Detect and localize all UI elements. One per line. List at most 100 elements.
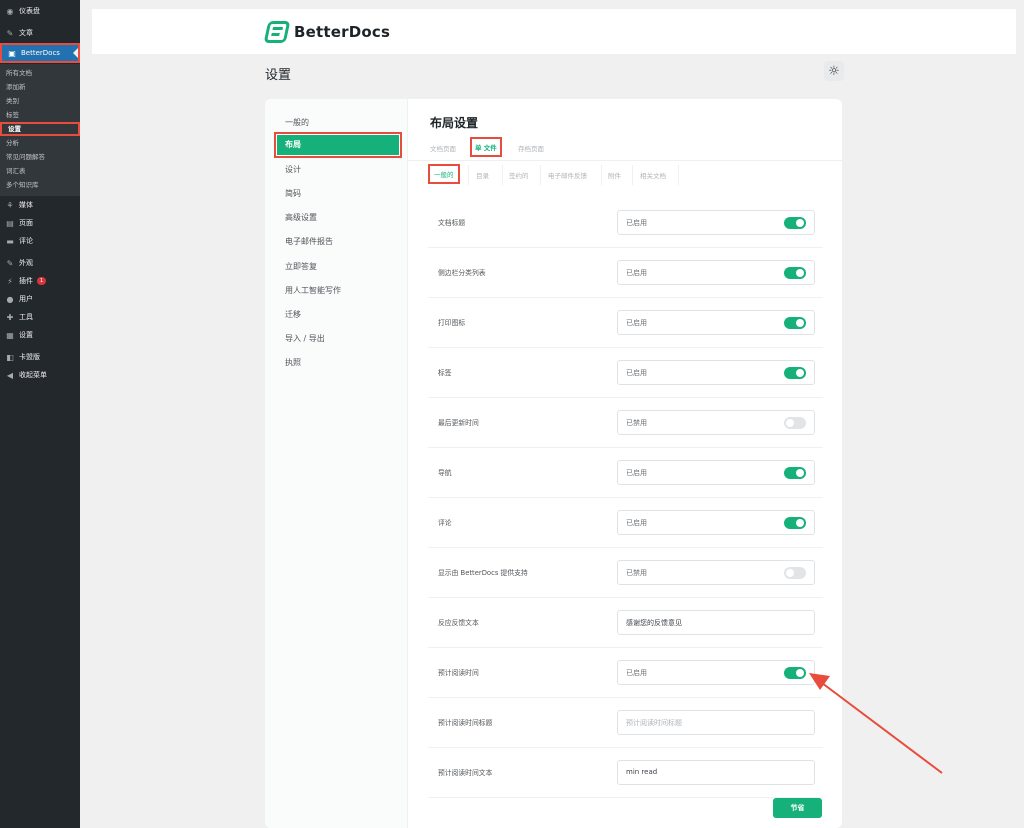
settings-nav-item[interactable]: 用人工智能写作	[277, 281, 399, 301]
setting-row: 预计阅读时间标题 预计阅读时间标题	[428, 698, 823, 748]
subtab-divider	[678, 165, 679, 185]
menu-dashboard[interactable]: ◉ 仪表盘	[0, 2, 80, 20]
submenu-settings[interactable]: 设置	[0, 122, 80, 136]
setting-toggle-field[interactable]: 已启用	[617, 310, 815, 335]
menu-settings[interactable]: ▦ 设置	[0, 326, 80, 344]
toggle-status-text: 已启用	[626, 319, 647, 327]
betterdocs-submenu: 所有文档 添加新 类别 标签 设置 分析 常见问题解答 词汇表 多个知识库	[0, 64, 80, 196]
menu-elementor[interactable]: ◧ 卡盟版	[0, 348, 80, 366]
menu-comments[interactable]: ▬ 评论	[0, 232, 80, 250]
submenu-glossary[interactable]: 词汇表	[0, 164, 80, 178]
toggle-status-text: 已启用	[626, 669, 647, 677]
setting-toggle-field[interactable]: 已启用	[617, 210, 815, 235]
toggle-switch[interactable]	[784, 667, 806, 679]
wp-admin-sidebar: ◉ 仪表盘 ✎ 文章 ▣ BetterDocs 所有文档 添加新 类别 标签 设置 分…	[0, 0, 80, 828]
subtab-signed[interactable]: 签约的	[509, 170, 529, 180]
dashboard-icon: ◉	[6, 6, 14, 16]
subtab-attachments[interactable]: 附件	[608, 170, 621, 180]
setting-toggle-field[interactable]: 已禁用	[617, 560, 815, 585]
subtab-related-docs[interactable]: 相关文档	[640, 170, 666, 180]
settings-nav-item[interactable]: 设计	[277, 160, 399, 180]
setting-row: 侧边栏分类列表 已启用	[428, 248, 823, 298]
tools-icon: ✚	[6, 312, 14, 322]
subtab-general[interactable]: 一般的	[428, 164, 460, 184]
subtab-divider	[632, 165, 633, 185]
setting-toggle-field[interactable]: 已启用	[617, 660, 815, 685]
page-title: 设置	[265, 68, 292, 83]
settings-nav: 一般的 布局 设计简码高级设置电子邮件报告 立即答复用人工智能写作 迁移导入 / 导出执…	[265, 99, 408, 828]
setting-label: 导航	[438, 469, 452, 477]
menu-posts[interactable]: ✎ 文章	[0, 24, 80, 42]
setting-text-input[interactable]: 预计阅读时间标题	[617, 710, 815, 735]
settings-nav-item[interactable]: 布局	[274, 132, 402, 158]
setting-label: 打印图标	[438, 319, 466, 327]
toggle-knob	[796, 269, 804, 277]
settings-nav-item[interactable]: 简码	[277, 184, 399, 204]
settings-nav-item[interactable]: 电子邮件报告	[277, 232, 399, 252]
subtab-divider	[540, 165, 541, 185]
setting-toggle-field[interactable]: 已启用	[617, 260, 815, 285]
menu-plugins[interactable]: ⚡ 插件 1	[0, 272, 80, 290]
toggle-switch[interactable]	[784, 367, 806, 379]
setting-text-input[interactable]: min read	[617, 760, 815, 785]
menu-pages[interactable]: ▤ 页面	[0, 214, 80, 232]
subtab-email-feedback[interactable]: 电子邮件反馈	[548, 170, 587, 180]
toggle-status-text: 已启用	[626, 369, 647, 377]
setting-toggle-field[interactable]: 已启用	[617, 360, 815, 385]
tab-archive-page[interactable]: 存档页面	[518, 143, 544, 153]
toggle-status-text: 已启用	[626, 269, 647, 277]
toggle-switch[interactable]	[784, 217, 806, 229]
toggle-knob	[786, 569, 794, 577]
toggle-switch[interactable]	[784, 467, 806, 479]
toggle-switch[interactable]	[784, 417, 806, 429]
toggle-switch[interactable]	[784, 567, 806, 579]
submenu-categories[interactable]: 类别	[0, 94, 80, 108]
tab-docs-page[interactable]: 文档页面	[430, 143, 456, 153]
menu-appearance[interactable]: ✎ 外观	[0, 254, 80, 272]
setting-row: 显示由 BetterDocs 提供支持 已禁用	[428, 548, 823, 598]
appearance-icon: ✎	[6, 258, 14, 268]
submenu-add-new[interactable]: 添加新	[0, 80, 80, 94]
toggle-switch[interactable]	[784, 517, 806, 529]
settings-nav-item[interactable]: 导入 / 导出	[277, 329, 399, 349]
menu-collapse[interactable]: ◀ 收起菜单	[0, 366, 80, 384]
input-value: min read	[626, 768, 658, 776]
settings-nav-item[interactable]: 立即答复	[277, 257, 399, 277]
users-icon: ●	[6, 294, 14, 304]
setting-toggle-field[interactable]: 已启用	[617, 510, 815, 535]
submenu-analytics[interactable]: 分析	[0, 136, 80, 150]
menu-users[interactable]: ● 用户	[0, 290, 80, 308]
submenu-all-docs[interactable]: 所有文档	[0, 66, 80, 80]
settings-panel: 一般的 布局 设计 简码 高级设置 电子邮件报告 立即答复 用人工智能写作 迁移 导入 / 导出执…	[265, 99, 842, 828]
subtab-divider	[502, 165, 503, 185]
brand-name: BetterDocs	[294, 23, 391, 41]
toggle-switch[interactable]	[784, 317, 806, 329]
toggle-switch[interactable]	[784, 267, 806, 279]
betterdocs-logo-icon	[263, 21, 291, 43]
settings-nav-item[interactable]: 迁移	[277, 305, 399, 325]
settings-nav-item[interactable]: 执照	[277, 353, 399, 373]
tab-single-doc[interactable]: 单 文件	[470, 137, 502, 157]
settings-nav-item[interactable]: 一般的	[277, 113, 399, 133]
setting-toggle-field[interactable]: 已禁用	[617, 410, 815, 435]
brand: BetterDocs	[263, 21, 391, 43]
menu-media[interactable]: ⚘ 媒体	[0, 196, 80, 214]
update-count-badge: 1	[37, 277, 47, 285]
menu-tools[interactable]: ✚ 工具	[0, 308, 80, 326]
toggle-knob	[796, 369, 804, 377]
submenu-multiple-kb[interactable]: 多个知识库	[0, 178, 80, 192]
setting-toggle-field[interactable]: 已启用	[617, 460, 815, 485]
submenu-tags[interactable]: 标签	[0, 108, 80, 122]
subtab-toc[interactable]: 目录	[476, 170, 489, 180]
setting-text-input[interactable]: 感谢您的反馈意见	[617, 610, 815, 635]
toggle-knob	[796, 519, 804, 527]
theme-toggle-button[interactable]: ☼	[824, 61, 844, 81]
submenu-faq[interactable]: 常见问题解答	[0, 150, 80, 164]
menu-betterdocs[interactable]: ▣ BetterDocs	[0, 43, 80, 63]
top-header: BetterDocs	[92, 9, 1016, 54]
settings-nav-item[interactable]: 高级设置	[277, 208, 399, 228]
save-button[interactable]: 节省	[773, 798, 822, 818]
plugins-icon: ⚡	[7, 276, 13, 286]
betterdocs-icon: ▣	[8, 48, 16, 58]
setting-row: 导航 已启用	[428, 448, 823, 498]
